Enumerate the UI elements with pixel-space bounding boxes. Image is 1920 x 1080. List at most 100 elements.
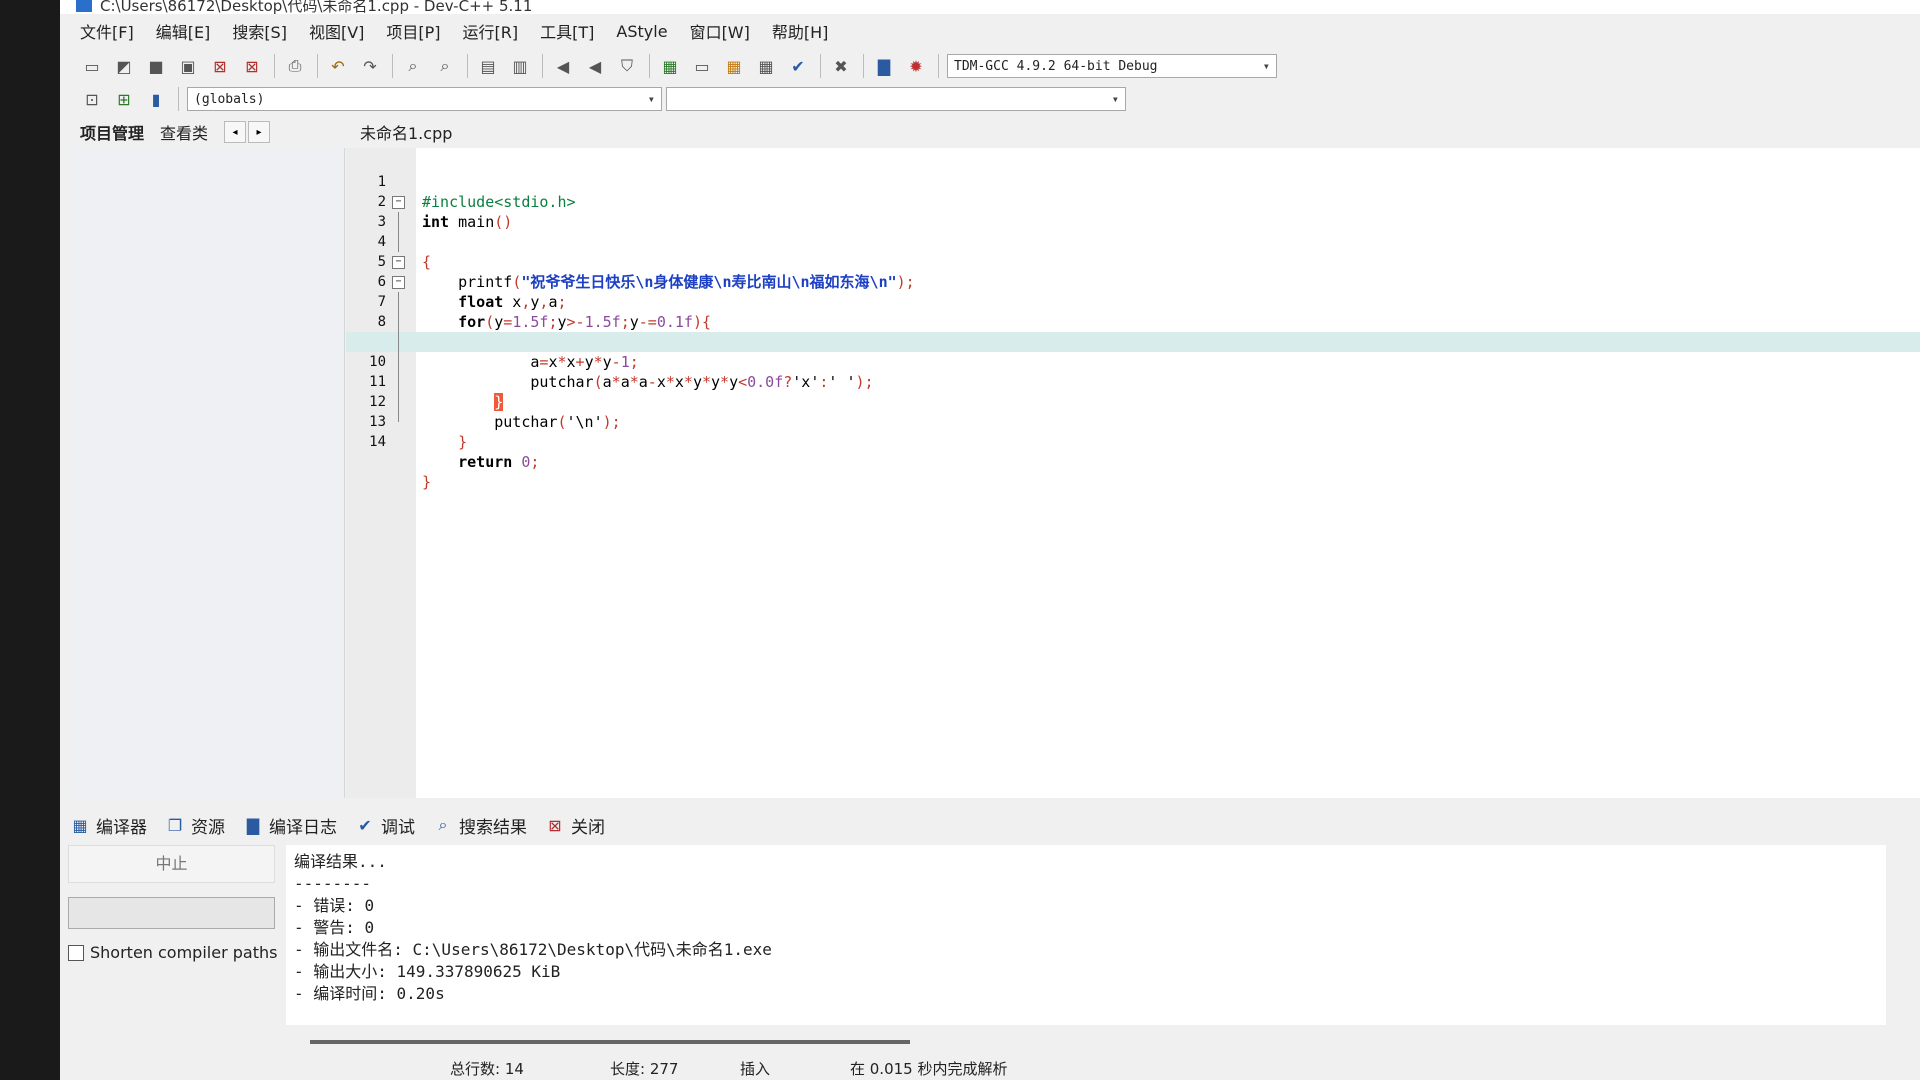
tab-prev-arrow-icon[interactable]: ◂ <box>224 121 247 143</box>
print-icon[interactable]: ⎙ <box>283 54 307 78</box>
run-icon[interactable]: ▭ <box>690 54 714 78</box>
tab-search-results[interactable]: ⌕ 搜索结果 <box>433 813 527 838</box>
code-line: 14 } <box>346 412 1920 491</box>
shorten-paths-option[interactable]: Shorten compiler paths <box>68 943 283 962</box>
scope-select[interactable]: (globals) ▾ <box>187 87 662 111</box>
toolbar-separator <box>178 87 179 111</box>
menu-edit[interactable]: 编辑[E] <box>156 19 211 43</box>
code-editor[interactable]: 1 #include<stdio.h> 2 int main() 3 − { 4… <box>346 148 1920 798</box>
editor-file-tab[interactable]: 未命名1.cpp <box>360 120 452 144</box>
insert-icon[interactable]: ⊡ <box>80 87 104 111</box>
menu-run[interactable]: 运行[R] <box>463 19 519 43</box>
tab-search-results-label: 搜索结果 <box>459 817 527 838</box>
close-file-icon[interactable]: ⊠ <box>208 54 232 78</box>
toggle-bookmark-icon[interactable]: ⊞ <box>112 87 136 111</box>
output-line: - 编译时间: 0.20s <box>294 984 445 1003</box>
chevron-down-icon: ▾ <box>647 92 655 106</box>
code-line: 1 #include<stdio.h> <box>346 152 1920 211</box>
fold-guide <box>398 352 399 372</box>
fold-collapse-icon[interactable]: − <box>392 276 405 289</box>
symbol-select[interactable]: ▾ <box>666 87 1126 111</box>
tab-next-arrow-icon[interactable]: ▸ <box>248 121 271 143</box>
goto-icon[interactable]: ⛉ <box>615 54 639 78</box>
menu-view[interactable]: 视图[V] <box>309 19 364 43</box>
shorten-paths-checkbox[interactable] <box>68 944 84 961</box>
prev-bookmark-icon[interactable]: ◀ <box>551 54 575 78</box>
new-file-icon[interactable]: ▭ <box>80 54 104 78</box>
compile-progress-bar <box>68 897 275 929</box>
tab-close-label: 关闭 <box>571 817 605 838</box>
toolbar-separator <box>820 54 821 78</box>
code-line-current: 10 } <box>346 332 1920 411</box>
profile-icon[interactable]: ▇ <box>872 54 896 78</box>
code-line: 3 − { <box>346 192 1920 271</box>
compile-run-icon[interactable]: ▦ <box>722 54 746 78</box>
toolbar-separator <box>938 54 939 78</box>
indent-icon[interactable]: ▤ <box>476 54 500 78</box>
tab-compiler[interactable]: ▦ 编译器 <box>70 813 147 838</box>
replace-icon[interactable]: ⌕ <box>433 54 457 78</box>
find-icon[interactable]: ⌕ <box>401 54 425 78</box>
toolbar-separator <box>392 54 393 78</box>
abort-button[interactable]: 中止 <box>68 845 275 883</box>
tab-classes[interactable]: 查看类 <box>160 120 208 144</box>
rebuild-icon[interactable]: ▦ <box>754 54 778 78</box>
stop-icon[interactable]: ✖ <box>829 54 853 78</box>
save-all-icon[interactable]: ▣ <box>176 54 200 78</box>
left-panel-tabs: 项目管理 查看类 ◂ ▸ <box>80 118 350 146</box>
menu-file[interactable]: 文件[F] <box>80 19 134 43</box>
toolbar-separator <box>542 54 543 78</box>
menu-bar: 文件[F] 编辑[E] 搜索[S] 视图[V] 项目[P] 运行[R] 工具[T… <box>60 16 1920 46</box>
fold-collapse-icon[interactable]: − <box>392 256 405 269</box>
next-bookmark-icon[interactable]: ◀ <box>583 54 607 78</box>
output-line: - 错误: 0 <box>294 896 375 915</box>
close-panel-icon: ⊠ <box>548 815 562 835</box>
menu-search[interactable]: 搜索[S] <box>232 19 287 43</box>
toolbar-separator <box>317 54 318 78</box>
output-horizontal-scrollbar[interactable] <box>310 1040 910 1044</box>
fold-guide <box>398 292 399 312</box>
line-number: 14 <box>369 434 386 450</box>
tab-debug-label: 调试 <box>381 817 415 838</box>
menu-window[interactable]: 窗口[W] <box>690 19 750 43</box>
project-panel <box>72 148 345 798</box>
tab-project[interactable]: 项目管理 <box>80 120 144 144</box>
debug-icon[interactable]: ✹ <box>904 54 928 78</box>
redo-icon[interactable]: ↷ <box>358 54 382 78</box>
code-line: 7 − for(x=-1.5f;x<1.5f;x+=.05f){ <box>346 272 1920 351</box>
output-line: - 输出大小: 149.337890625 KiB <box>294 962 561 981</box>
menu-project[interactable]: 项目[P] <box>386 19 440 43</box>
tab-resources[interactable]: ❐ 资源 <box>165 813 225 838</box>
check-syntax-icon[interactable]: ✔ <box>786 54 810 78</box>
bottom-panel-tabs: ▦ 编译器 ❐ 资源 ▇ 编译日志 ✔ 调试 ⌕ 搜索结果 ⊠ 关闭 <box>70 810 623 840</box>
tab-debug[interactable]: ✔ 调试 <box>355 813 415 838</box>
close-all-icon[interactable]: ⊠ <box>240 54 264 78</box>
menu-help[interactable]: 帮助[H] <box>772 19 829 43</box>
status-total-lines: 总行数: 14 <box>450 1059 524 1078</box>
dev-cpp-window: C:\Users\86172\Desktop\代码\未命名1.cpp - Dev… <box>60 0 1920 1080</box>
undo-icon[interactable]: ↶ <box>326 54 350 78</box>
compile-icon[interactable]: ▦ <box>658 54 682 78</box>
chevron-down-icon: ▾ <box>1262 59 1270 73</box>
menu-tools[interactable]: 工具[T] <box>540 19 594 43</box>
tab-close[interactable]: ⊠ 关闭 <box>545 813 605 838</box>
code-line: 11 putchar('\n'); <box>346 352 1920 431</box>
status-bar: 总行数: 14 长度: 277 插入 在 0.015 秒内完成解析 <box>60 1056 1920 1080</box>
shorten-paths-label: Shorten compiler paths <box>90 943 278 962</box>
fold-guide <box>398 212 399 232</box>
tab-compile-log[interactable]: ▇ 编译日志 <box>243 813 337 838</box>
unindent-icon[interactable]: ▥ <box>508 54 532 78</box>
save-icon[interactable]: ■ <box>144 54 168 78</box>
compiler-select[interactable]: TDM-GCC 4.9.2 64-bit Debug ▾ <box>947 54 1277 78</box>
code-text: return 0; <box>458 453 540 471</box>
output-line: 编译结果... <box>294 852 387 871</box>
scope-select-value: (globals) <box>194 91 265 107</box>
fold-collapse-icon[interactable]: − <box>392 196 405 209</box>
open-file-icon[interactable]: ◩ <box>112 54 136 78</box>
chevron-down-icon: ▾ <box>1111 92 1119 106</box>
output-line: - 警告: 0 <box>294 918 375 937</box>
goto-bookmark-icon[interactable]: ▮ <box>144 87 168 111</box>
menu-astyle[interactable]: AStyle <box>616 22 667 41</box>
toolbar-separator <box>649 54 650 78</box>
fold-guide <box>398 392 399 412</box>
